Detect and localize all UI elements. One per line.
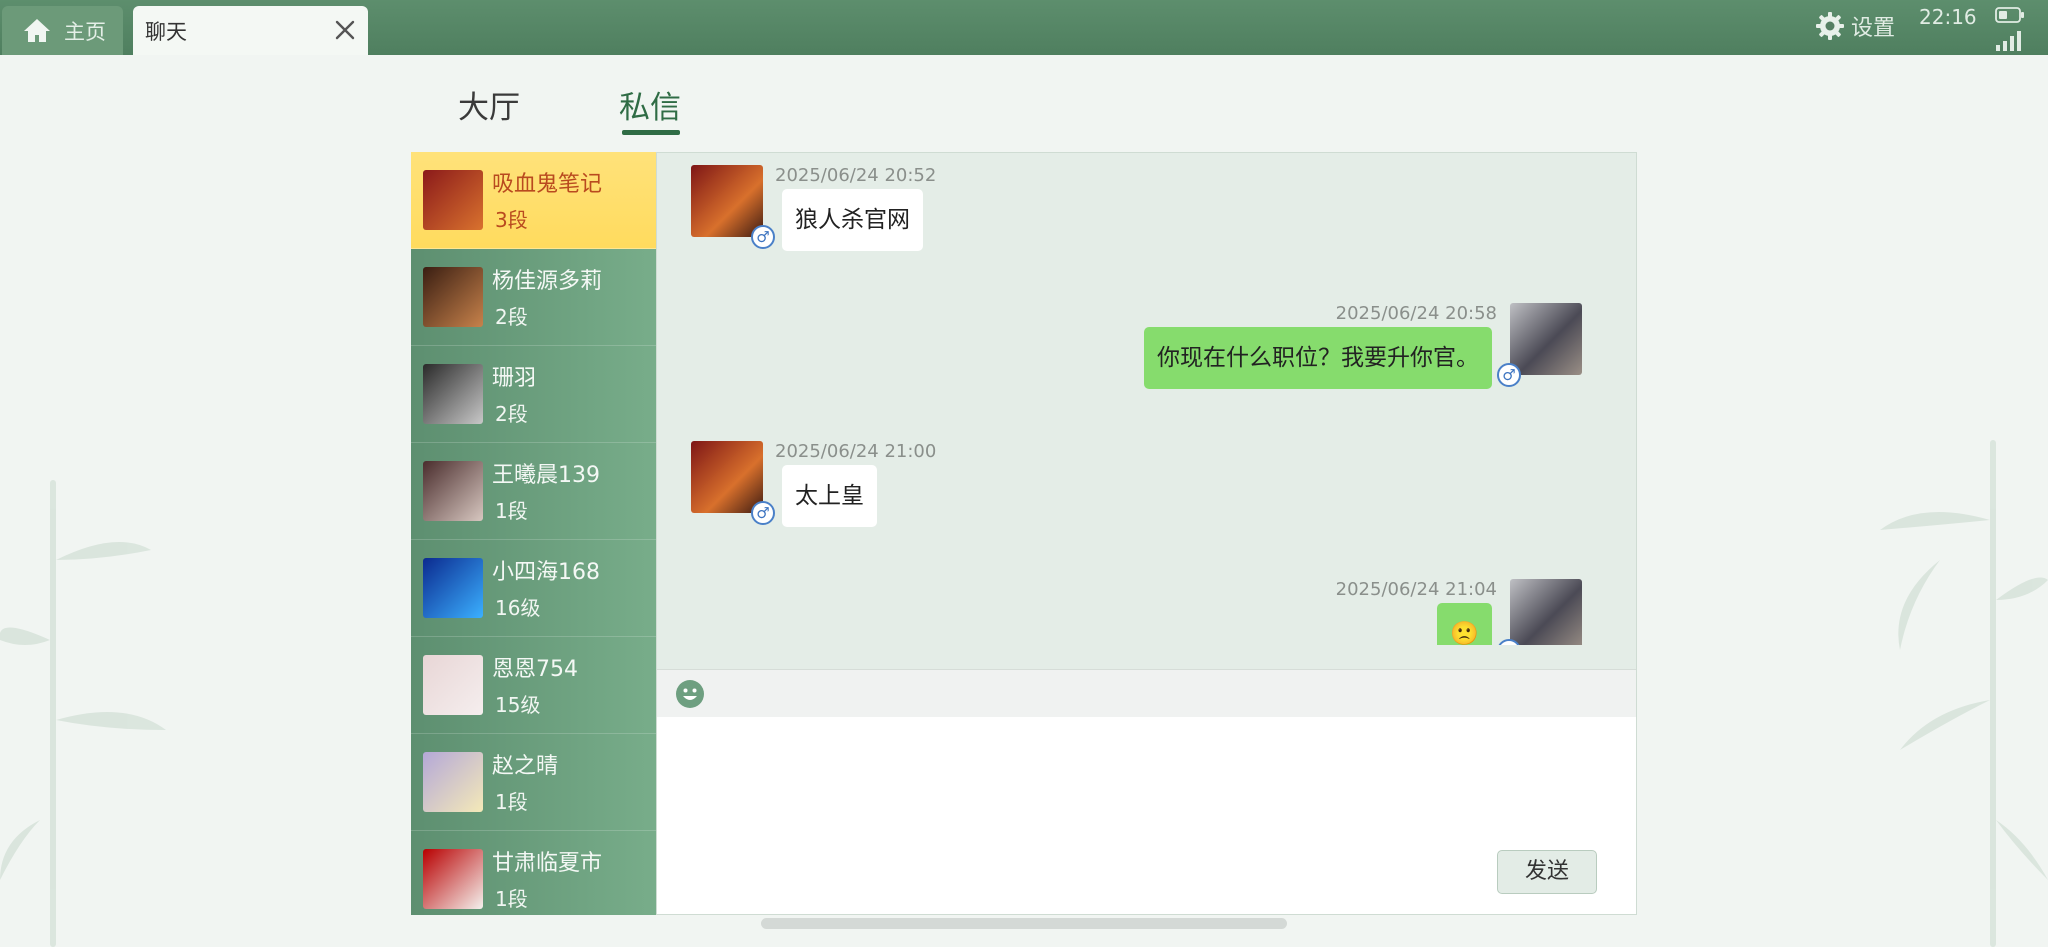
message-bubble: 狼人杀官网 <box>782 189 923 251</box>
contact-item[interactable]: 杨佳源多莉 2段 <box>411 249 656 346</box>
contact-level: 16级 <box>495 596 541 620</box>
contact-name: 杨佳源多莉 <box>492 269 603 294</box>
tab-home[interactable]: 主页 <box>2 6 123 55</box>
male-icon: ♂ <box>751 225 775 249</box>
battery-icon <box>1995 7 2024 23</box>
contact-name: 吸血鬼笔记 <box>492 172 603 197</box>
message-list[interactable]: ♂ 2025/06/24 20:52 狼人杀官网 ♂ 2025/06/24 20… <box>657 153 1636 645</box>
contact-level: 15级 <box>495 693 541 717</box>
send-button[interactable]: 发送 <box>1497 850 1597 894</box>
tab-lobby[interactable]: 大厅 <box>458 82 520 127</box>
male-icon: ♂ <box>1497 363 1521 387</box>
contact-level: 2段 <box>495 402 528 426</box>
contact-name: 小四海168 <box>492 560 600 585</box>
contact-name: 珊羽 <box>492 366 537 391</box>
message-bubble: 🙁 <box>1437 603 1492 645</box>
contact-level: 1段 <box>495 887 528 911</box>
contact-avatar <box>423 364 483 424</box>
contact-item[interactable]: 珊羽 2段 <box>411 346 656 443</box>
message-time: 2025/06/24 21:04 <box>1335 579 1497 600</box>
home-icon <box>24 18 50 42</box>
message-bubble: 你现在什么职位？我要升你官。 <box>1144 327 1492 389</box>
gear-icon <box>1816 12 1844 40</box>
contact-item[interactable]: 甘肃临夏市 1段 <box>411 831 656 915</box>
message-avatar[interactable] <box>1510 579 1582 645</box>
contact-avatar <box>423 461 483 521</box>
emoji-icon[interactable] <box>675 679 705 709</box>
contact-name: 甘肃临夏市 <box>492 851 603 876</box>
message-time: 2025/06/24 21:00 <box>775 441 937 462</box>
top-bar: 主页 聊天 设置 22:16 <box>0 0 2048 55</box>
contact-item[interactable]: 小四海168 16级 <box>411 540 656 637</box>
contact-list: 吸血鬼笔记 3段 杨佳源多莉 2段 珊羽 2段 王曦晨139 1段 小四海168 16级 恩恩754… <box>411 152 656 915</box>
horizontal-scrollbar[interactable] <box>761 918 1287 929</box>
contact-avatar <box>423 170 483 230</box>
close-icon[interactable] <box>334 19 356 41</box>
settings-label: 设置 <box>1851 16 1896 41</box>
contact-item[interactable]: 王曦晨139 1段 <box>411 443 656 540</box>
message-time: 2025/06/24 20:58 <box>1335 303 1497 324</box>
signal-icon <box>1996 31 2021 51</box>
message-time: 2025/06/24 20:52 <box>775 165 937 186</box>
input-toolbar <box>657 669 1636 717</box>
message-avatar[interactable] <box>1510 303 1582 375</box>
message-input[interactable]: 发送 <box>657 717 1636 914</box>
contact-item[interactable]: 恩恩754 15级 <box>411 637 656 734</box>
message-bubble: 太上皇 <box>782 465 877 527</box>
chat-panel: ♂ 2025/06/24 20:52 狼人杀官网 ♂ 2025/06/24 20… <box>656 152 1637 915</box>
male-icon: ♂ <box>751 501 775 525</box>
message-avatar[interactable] <box>691 165 763 237</box>
tab-chat[interactable]: 聊天 <box>133 6 368 55</box>
tab-chat-label: 聊天 <box>145 19 187 44</box>
message-avatar[interactable] <box>691 441 763 513</box>
tab-direct-messages[interactable]: 私信 <box>619 82 681 127</box>
settings-button[interactable]: 设置 <box>1815 10 1895 42</box>
contact-avatar <box>423 267 483 327</box>
contact-avatar <box>423 558 483 618</box>
status-time: 22:16 <box>1919 5 1977 29</box>
tab-home-label: 主页 <box>64 19 106 44</box>
active-tab-indicator <box>622 130 680 135</box>
contact-level: 1段 <box>495 499 528 523</box>
contact-name: 恩恩754 <box>492 657 578 682</box>
contact-item[interactable]: 赵之晴 1段 <box>411 734 656 831</box>
contact-level: 2段 <box>495 305 528 329</box>
contact-level: 3段 <box>495 208 528 232</box>
contact-level: 1段 <box>495 790 528 814</box>
contact-name: 赵之晴 <box>492 754 559 779</box>
contact-avatar <box>423 849 483 909</box>
contact-name: 王曦晨139 <box>492 463 600 488</box>
contact-avatar <box>423 655 483 715</box>
contact-item[interactable]: 吸血鬼笔记 3段 <box>411 152 656 249</box>
contact-avatar <box>423 752 483 812</box>
